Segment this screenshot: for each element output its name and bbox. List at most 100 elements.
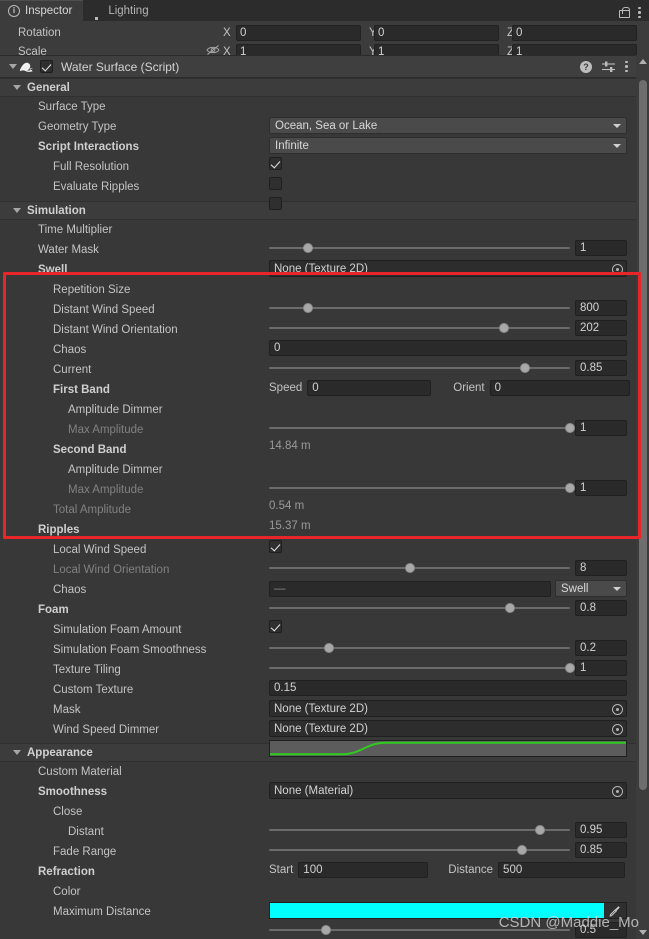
transform-row-rotation: Rotation X 0 Y 0 Z 0 [0, 23, 649, 42]
row-wind-speed-dimmer: Wind Speed Dimmer [0, 720, 636, 757]
smoothness-label: Smoothness [38, 786, 108, 798]
row-script-interactions: Script Interactions [0, 137, 636, 170]
second-band-max-amplitude-label: Max Amplitude [68, 484, 144, 496]
foam-mask-label: Mask [53, 704, 81, 716]
row-first-band-amplitude-dimmer: Amplitude Dimmer 1 [0, 400, 636, 436]
row-simulation-foam-amount: Simulation Foam Amount 0.2 [0, 620, 636, 656]
surface-type-label: Surface Type [38, 101, 106, 113]
row-custom-texture: Custom Texture None (Texture 2D) [0, 680, 636, 717]
row-total-amplitude: Total Amplitude 15.37 m [0, 500, 636, 532]
component-kebab-menu-icon[interactable] [625, 60, 628, 73]
row-swell-chaos: Chaos 0.85 [0, 340, 636, 376]
axis-z-label: Z [507, 26, 515, 39]
script-interactions-label: Script Interactions [38, 141, 139, 153]
tab-lighting[interactable]: Lighting [83, 0, 159, 21]
row-first-band-max-amplitude: Max Amplitude 14.84 m [0, 420, 636, 452]
maximum-distance-value[interactable]: 0.5 [575, 922, 627, 938]
row-water-mask: Water Mask None (Texture 2D) [0, 240, 636, 277]
row-geometry-type: Geometry Type Infinite [0, 117, 636, 154]
scroll-up-arrow-icon[interactable] [636, 55, 649, 68]
inspector-window: i Inspector Lighting Rotation X 0 Y 0 Z … [0, 0, 649, 939]
geometry-type-label: Geometry Type [38, 121, 117, 133]
vertical-scrollbar[interactable] [636, 55, 649, 939]
svg-text:c: c [30, 67, 33, 74]
rotation-label: Rotation [18, 26, 61, 39]
custom-texture-label: Custom Texture [53, 684, 134, 696]
row-foam-mask: Mask None (Texture 2D) [0, 700, 636, 737]
maximum-distance-label: Maximum Distance [53, 906, 151, 918]
first-band-label: First Band [53, 384, 110, 396]
scroll-down-arrow-icon[interactable] [636, 926, 649, 939]
water-mask-label: Water Mask [38, 244, 99, 256]
rotation-z-input[interactable]: 0 [512, 24, 637, 41]
swell-label: Swell [38, 264, 68, 276]
distant-wind-orientation-label: Distant Wind Orientation [53, 324, 178, 336]
row-simulation-foam-smoothness: Simulation Foam Smoothness 1 [0, 640, 636, 676]
component-header-water-surface[interactable]: c Water Surface (Script) ? [0, 55, 636, 78]
row-foam-header: Foam [0, 600, 636, 633]
row-refraction-color: Color [0, 882, 636, 919]
wind-speed-dimmer-curve-field[interactable] [269, 740, 627, 757]
second-band-label: Second Band [53, 444, 127, 456]
smoothness-close-label: Close [53, 806, 83, 818]
full-resolution-label: Full Resolution [53, 161, 130, 173]
row-swell-header: Swell [0, 260, 636, 280]
swell-chaos-label: Chaos [53, 344, 87, 356]
row-local-wind-orientation: Local Wind Orientation — Swell [0, 560, 636, 597]
refraction-color-label: Color [53, 886, 81, 898]
row-distant-wind-orientation: Distant Wind Orientation 0 [0, 320, 636, 356]
smoothness-distant-label: Distant [68, 826, 104, 838]
row-smoothness-distant: Distant 0.85 [0, 822, 636, 858]
rotation-y-input[interactable]: 0 [374, 24, 499, 41]
ripples-label: Ripples [38, 524, 80, 536]
section-general[interactable]: General [0, 78, 636, 97]
component-title: Water Surface (Script) [61, 59, 180, 74]
first-band-max-amplitude-label: Max Amplitude [68, 424, 144, 436]
row-evaluate-ripples: Evaluate Ripples [0, 177, 636, 210]
local-wind-speed-label: Local Wind Speed [53, 544, 147, 556]
row-maximum-distance: Maximum Distance 0.5 [0, 902, 636, 938]
maximum-distance-slider[interactable] [269, 922, 570, 938]
preset-icon[interactable] [602, 61, 615, 73]
rotation-x-input[interactable]: 0 [236, 24, 361, 41]
row-surface-type: Surface Type Ocean, Sea or Lake [0, 97, 636, 134]
first-band-amplitude-dimmer-label: Amplitude Dimmer [68, 404, 163, 416]
component-foldout-icon[interactable] [6, 64, 19, 69]
simulation-foam-amount-label: Simulation Foam Amount [53, 624, 182, 636]
tab-bar: i Inspector Lighting [0, 0, 649, 21]
axis-x-label: X [223, 26, 231, 39]
row-smoothness-header: Smoothness [0, 782, 636, 802]
repetition-size-label: Repetition Size [53, 284, 131, 296]
row-current: Current Speed 0 Orient 0 [0, 360, 636, 396]
row-custom-material: Custom Material None (Material) [0, 762, 636, 799]
row-texture-tiling: Texture Tiling 0.15 [0, 660, 636, 696]
distant-wind-speed-label: Distant Wind Speed [53, 304, 155, 316]
second-band-amplitude-dimmer-label: Amplitude Dimmer [68, 464, 163, 476]
tab-lighting-label: Lighting [108, 4, 149, 17]
section-general-label: General [27, 81, 70, 94]
component-enabled-checkbox[interactable] [40, 60, 53, 73]
tab-inspector[interactable]: i Inspector [0, 0, 84, 21]
lock-icon[interactable] [619, 7, 630, 18]
row-fade-range: Fade Range Start 100 Distance 500 [0, 842, 636, 878]
simulation-foam-smoothness-label: Simulation Foam Smoothness [53, 644, 207, 656]
row-smoothness-close: Close 0.95 [0, 802, 636, 838]
time-multiplier-label: Time Multiplier [38, 224, 113, 236]
total-amplitude-label: Total Amplitude [53, 504, 131, 516]
scrollbar-thumb[interactable] [638, 80, 647, 790]
row-ripples-header: Ripples [0, 520, 636, 553]
help-icon[interactable]: ? [580, 60, 592, 73]
wind-speed-dimmer-label: Wind Speed Dimmer [53, 724, 160, 736]
kebab-menu-icon[interactable] [638, 6, 641, 19]
row-refraction-header: Refraction [0, 862, 636, 882]
axis-y-label: Y [369, 26, 377, 39]
row-ripples-chaos: Chaos 0.8 [0, 580, 636, 616]
fade-range-label: Fade Range [53, 846, 117, 858]
row-repetition-size: Repetition Size 800 [0, 280, 636, 316]
row-time-multiplier: Time Multiplier 1 [0, 220, 636, 256]
section-appearance-label: Appearance [27, 746, 93, 759]
texture-tiling-label: Texture Tiling [53, 664, 121, 676]
tab-inspector-label: Inspector [25, 5, 73, 17]
inspector-body: c Water Surface (Script) ? General Surfa… [0, 55, 636, 939]
evaluate-ripples-checkbox[interactable] [269, 197, 282, 210]
